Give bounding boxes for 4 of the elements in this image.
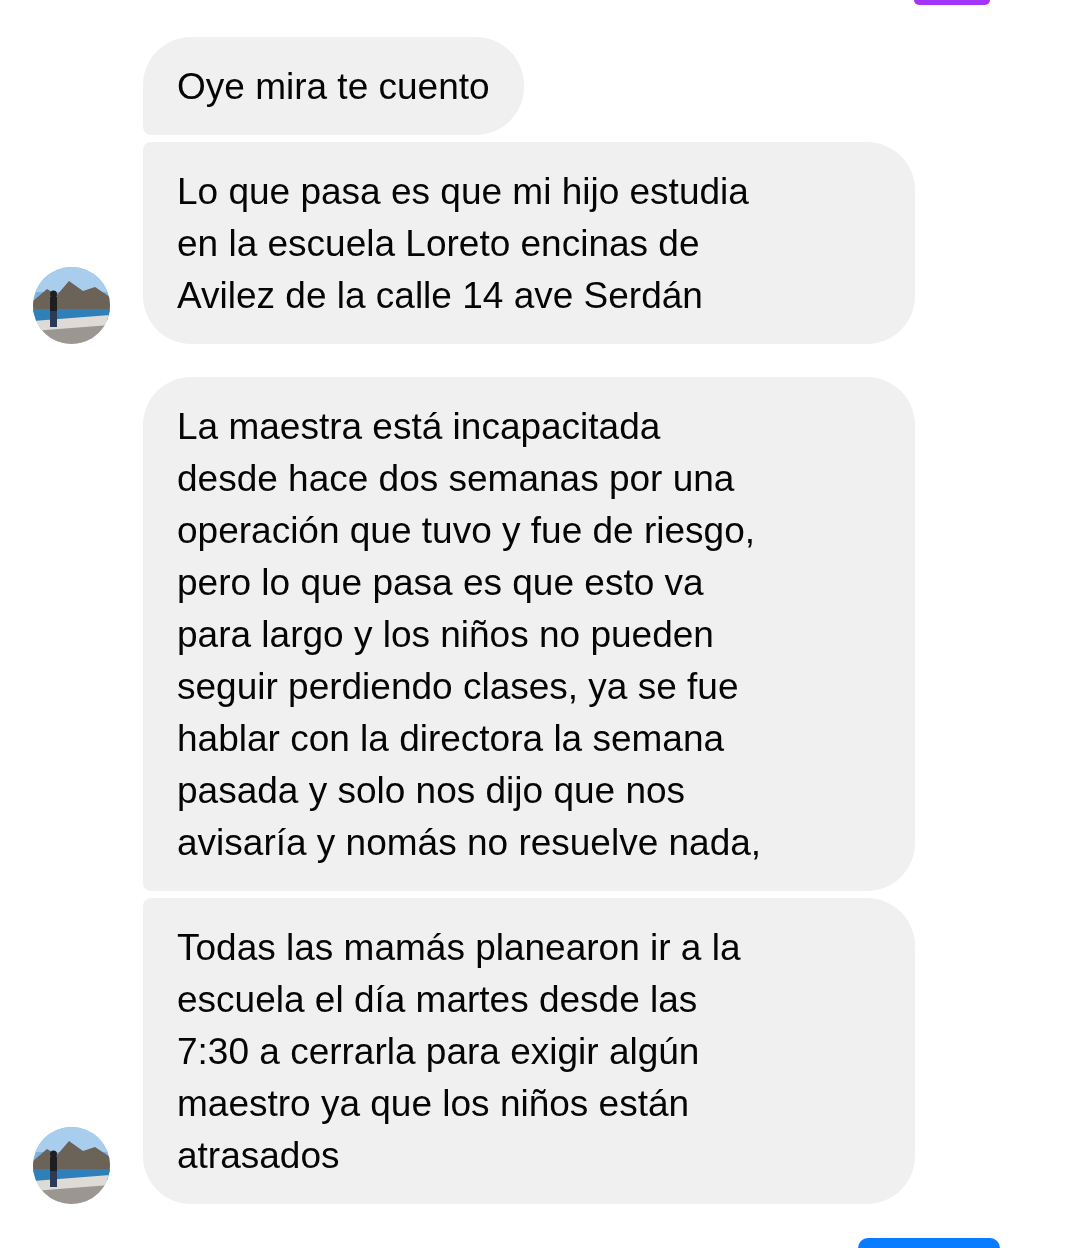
message-bubble: Oye mira te cuento xyxy=(143,37,524,135)
message-bubble: Todas las mamás planearon ir a la escuela el día martes desde las 7:30 a cerrarla para exigir algún maestro ya que los niños están atrasados xyxy=(143,898,915,1204)
message-bubble: Lo que pasa es que mi hijo estudia en la escuela Loreto encinas de Avilez de la calle 14 ave Serdán xyxy=(143,142,915,344)
message-bubble: La maestra está incapacitada desde hace dos semanas por una operación que tuvo y fue de riesgo, pero lo que pasa es que esto va para largo y los niños no pueden seguir perdiendo clases, ya se fue hablar con la directora la semana pasada y solo nos dijo que nos avisaría y nomás no resuelve nada, xyxy=(143,377,915,891)
